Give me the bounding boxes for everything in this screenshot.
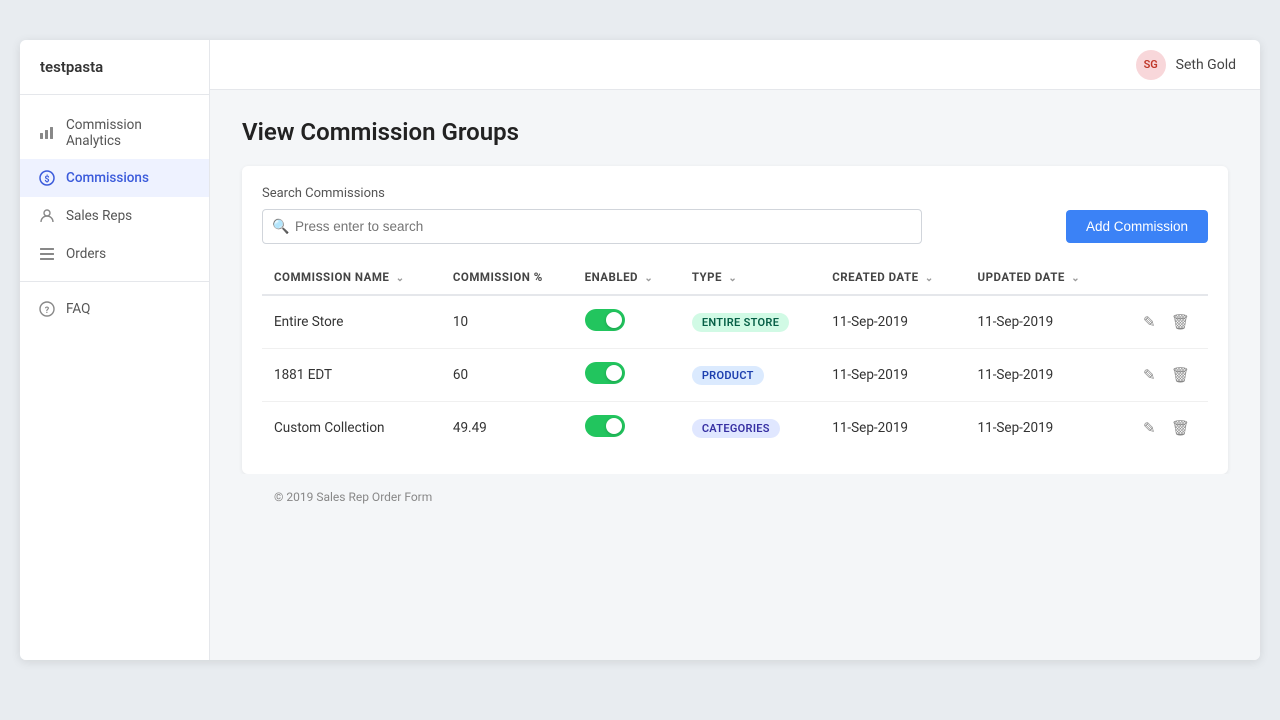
- cell-created: 11-Sep-2019: [820, 295, 965, 349]
- cell-updated: 11-Sep-2019: [966, 402, 1112, 455]
- main-content: SG Seth Gold View Commission Groups Sear…: [210, 40, 1260, 660]
- dollar-icon: $: [38, 169, 56, 187]
- cell-enabled: [573, 402, 680, 455]
- delete-button[interactable]: 🗑: [1165, 415, 1196, 441]
- sidebar-item-commission-analytics[interactable]: Commission Analytics: [20, 107, 209, 159]
- page-body: View Commission Groups Search Commission…: [210, 90, 1260, 660]
- add-commission-button[interactable]: Add Commission: [1066, 210, 1208, 243]
- main-card: Search Commissions 🔍 Add Commission: [242, 166, 1228, 474]
- table-row: Entire Store 10 ENTIRE STORE 11-Sep-2019…: [262, 295, 1208, 349]
- svg-text:$: $: [44, 174, 49, 185]
- svg-text:?: ?: [45, 306, 50, 316]
- search-wrapper: 🔍: [262, 209, 922, 244]
- cell-percent: 60: [441, 349, 573, 402]
- col-name[interactable]: Commission Name ⌄: [262, 260, 441, 295]
- cell-name: 1881 EDT: [262, 349, 441, 402]
- footer: © 2019 Sales Rep Order Form: [242, 474, 1228, 520]
- sidebar-item-label: Orders: [66, 246, 106, 262]
- cell-created: 11-Sep-2019: [820, 349, 965, 402]
- sort-icon: ⌄: [644, 273, 653, 284]
- table-body: Entire Store 10 ENTIRE STORE 11-Sep-2019…: [262, 295, 1208, 454]
- edit-button[interactable]: ✎: [1137, 362, 1162, 388]
- table-row: Custom Collection 49.49 CATEGORIES 11-Se…: [262, 402, 1208, 455]
- sidebar-item-sales-reps[interactable]: Sales Reps: [20, 197, 209, 235]
- cell-actions: ✎ 🗑: [1112, 402, 1208, 455]
- sort-icon: ⌄: [1071, 273, 1080, 284]
- sort-icon: ⌄: [925, 273, 934, 284]
- list-icon: [38, 245, 56, 263]
- search-icon: 🔍: [272, 219, 289, 235]
- sidebar-item-label: Commissions: [66, 170, 149, 186]
- divider: [20, 281, 209, 282]
- enabled-toggle[interactable]: [585, 415, 625, 437]
- sidebar-item-commissions[interactable]: $ Commissions: [20, 159, 209, 197]
- search-section: Search Commissions 🔍 Add Commission: [262, 186, 1208, 244]
- type-badge: PRODUCT: [692, 366, 764, 385]
- cell-type: CATEGORIES: [680, 402, 820, 455]
- search-label: Search Commissions: [262, 186, 1208, 201]
- commissions-table: Commission Name ⌄ Commission % Enabled ⌄: [262, 260, 1208, 454]
- sidebar: testpasta Commission Analytics: [20, 40, 210, 660]
- col-type[interactable]: Type ⌄: [680, 260, 820, 295]
- cell-name: Entire Store: [262, 295, 441, 349]
- sidebar-item-faq[interactable]: ? FAQ: [20, 290, 209, 328]
- footer-text: © 2019 Sales Rep Order Form: [274, 490, 432, 504]
- cell-type: ENTIRE STORE: [680, 295, 820, 349]
- delete-button[interactable]: 🗑: [1165, 362, 1196, 388]
- cell-actions: ✎ 🗑: [1112, 349, 1208, 402]
- col-created[interactable]: Created Date ⌄: [820, 260, 965, 295]
- table-header-row: Commission Name ⌄ Commission % Enabled ⌄: [262, 260, 1208, 295]
- enabled-toggle[interactable]: [585, 362, 625, 384]
- cell-type: PRODUCT: [680, 349, 820, 402]
- search-input[interactable]: [262, 209, 922, 244]
- cell-updated: 11-Sep-2019: [966, 295, 1112, 349]
- sidebar-item-label: Sales Reps: [66, 208, 132, 224]
- top-bar: SG Seth Gold: [210, 40, 1260, 90]
- question-icon: ?: [38, 300, 56, 318]
- cell-percent: 10: [441, 295, 573, 349]
- enabled-toggle[interactable]: [585, 309, 625, 331]
- avatar: SG: [1136, 50, 1166, 80]
- cell-created: 11-Sep-2019: [820, 402, 965, 455]
- delete-button[interactable]: 🗑: [1165, 309, 1196, 335]
- sidebar-faq-label: FAQ: [66, 301, 90, 317]
- chart-icon: [38, 124, 56, 142]
- app-logo: testpasta: [20, 40, 209, 95]
- sort-icon: ⌄: [728, 273, 737, 284]
- col-enabled[interactable]: Enabled ⌄: [573, 260, 680, 295]
- col-percent: Commission %: [441, 260, 573, 295]
- user-name: Seth Gold: [1176, 57, 1236, 73]
- page-title: View Commission Groups: [242, 118, 1228, 146]
- type-badge: CATEGORIES: [692, 419, 780, 438]
- table-row: 1881 EDT 60 PRODUCT 11-Sep-2019 11-Sep-2…: [262, 349, 1208, 402]
- col-actions: [1112, 260, 1208, 295]
- cell-enabled: [573, 349, 680, 402]
- search-row: 🔍 Add Commission: [262, 209, 1208, 244]
- edit-button[interactable]: ✎: [1137, 415, 1162, 441]
- cell-actions: ✎ 🗑: [1112, 295, 1208, 349]
- table-head: Commission Name ⌄ Commission % Enabled ⌄: [262, 260, 1208, 295]
- edit-button[interactable]: ✎: [1137, 309, 1162, 335]
- cell-updated: 11-Sep-2019: [966, 349, 1112, 402]
- cell-enabled: [573, 295, 680, 349]
- col-updated[interactable]: Updated Date ⌄: [966, 260, 1112, 295]
- sort-icon: ⌄: [396, 273, 405, 284]
- type-badge: ENTIRE STORE: [692, 313, 789, 332]
- sidebar-nav: Commission Analytics $ Commissions: [20, 95, 209, 660]
- sidebar-item-label: Commission Analytics: [66, 117, 191, 149]
- sidebar-item-orders[interactable]: Orders: [20, 235, 209, 273]
- cell-name: Custom Collection: [262, 402, 441, 455]
- person-icon: [38, 207, 56, 225]
- cell-percent: 49.49: [441, 402, 573, 455]
